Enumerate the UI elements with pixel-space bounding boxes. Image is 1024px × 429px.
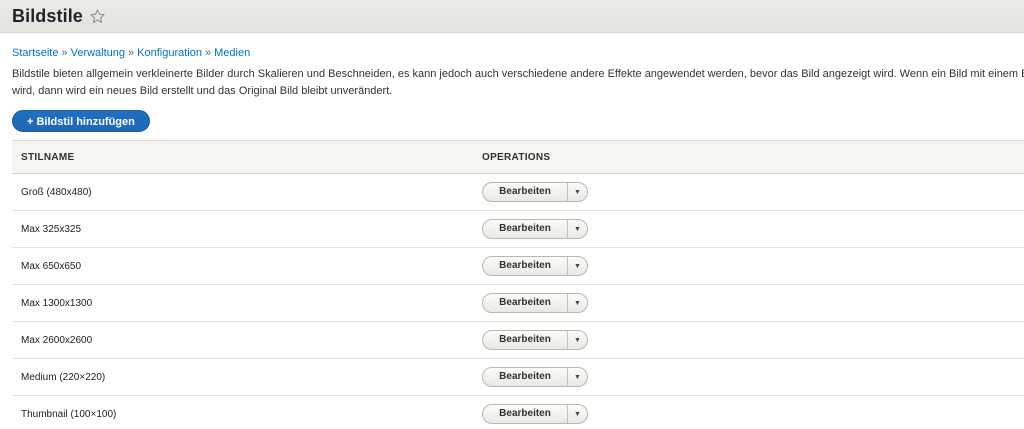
description-line-1: Bildstile bieten allgemein verkleinerte … — [12, 68, 1024, 80]
operations-cell: Bearbeiten ▼ — [482, 211, 1024, 248]
breadcrumb-separator: » — [204, 47, 212, 59]
table-row: Max 650x650 Bearbeiten ▼ — [12, 248, 1024, 285]
style-name: Max 2600x2600 — [21, 334, 93, 346]
dropdown-toggle[interactable]: ▼ — [567, 294, 587, 312]
table-row: Max 1300x1300 Bearbeiten ▼ — [12, 285, 1024, 322]
operations-dropbutton: Bearbeiten ▼ — [482, 219, 588, 239]
dropdown-toggle[interactable]: ▼ — [567, 331, 587, 349]
breadcrumb-link-verwaltung[interactable]: Verwaltung — [71, 47, 125, 59]
edit-button[interactable]: Bearbeiten — [483, 331, 567, 349]
style-name: Max 650x650 — [21, 260, 82, 272]
edit-button[interactable]: Bearbeiten — [483, 368, 567, 386]
breadcrumb-link-medien[interactable]: Medien — [214, 47, 250, 59]
operations-dropbutton: Bearbeiten ▼ — [482, 182, 588, 202]
table-row: Max 2600x2600 Bearbeiten ▼ — [12, 322, 1024, 359]
breadcrumb-link-startseite[interactable]: Startseite — [12, 47, 58, 59]
triangle-down-icon: ▼ — [574, 262, 581, 270]
edit-button[interactable]: Bearbeiten — [483, 294, 567, 312]
operations-cell: Bearbeiten ▼ — [482, 248, 1024, 285]
breadcrumb-link-konfiguration[interactable]: Konfiguration — [137, 47, 202, 59]
breadcrumb: Startseite» Verwaltung» Konfiguration» Medi… — [12, 46, 1024, 60]
operations-cell: Bearbeiten ▼ — [482, 174, 1024, 211]
dropdown-toggle[interactable]: ▼ — [567, 405, 587, 423]
style-name: Medium (220×220) — [21, 371, 106, 383]
operations-dropbutton: Bearbeiten ▼ — [482, 330, 588, 350]
triangle-down-icon: ▼ — [574, 188, 581, 196]
operations-cell: Bearbeiten ▼ — [482, 359, 1024, 396]
style-name: Groß (480x480) — [21, 186, 92, 198]
triangle-down-icon: ▼ — [574, 336, 581, 344]
operations-cell: Bearbeiten ▼ — [482, 322, 1024, 359]
page-header: Bildstile — [0, 0, 1024, 33]
edit-button[interactable]: Bearbeiten — [483, 257, 567, 275]
breadcrumb-separator: » — [128, 47, 135, 59]
operations-dropbutton: Bearbeiten ▼ — [482, 256, 588, 276]
table-row: Groß (480x480) Bearbeiten ▼ — [12, 174, 1024, 211]
triangle-down-icon: ▼ — [574, 225, 581, 233]
star-icon[interactable] — [89, 8, 106, 25]
page-title: Bildstile — [12, 5, 83, 26]
style-name: Max 325x325 — [21, 223, 82, 235]
table-row: Medium (220×220) Bearbeiten ▼ — [12, 359, 1024, 396]
page-description: Bildstile bieten allgemein verkleinerte … — [12, 66, 1024, 100]
operations-dropbutton: Bearbeiten ▼ — [482, 293, 588, 313]
style-name: Thumbnail (100×100) — [21, 408, 117, 420]
description-line-2: wird, dann wird ein neues Bild erstellt … — [12, 85, 393, 97]
column-header-operations: OPERATIONS — [482, 151, 551, 163]
add-image-style-button[interactable]: + Bildstil hinzufügen — [12, 110, 150, 132]
image-styles-table: STILNAME OPERATIONS Groß (480x480) Bearbe… — [12, 140, 1024, 429]
breadcrumb-separator: » — [61, 47, 68, 59]
dropdown-toggle[interactable]: ▼ — [567, 257, 587, 275]
dropdown-toggle[interactable]: ▼ — [567, 368, 587, 386]
dropdown-toggle[interactable]: ▼ — [567, 183, 587, 201]
dropdown-toggle[interactable]: ▼ — [567, 220, 587, 238]
operations-dropbutton: Bearbeiten ▼ — [482, 367, 588, 387]
edit-button[interactable]: Bearbeiten — [483, 405, 567, 423]
operations-dropbutton: Bearbeiten ▼ — [482, 404, 588, 424]
table-header-row: STILNAME OPERATIONS — [12, 140, 1024, 174]
operations-cell: Bearbeiten ▼ — [482, 285, 1024, 322]
triangle-down-icon: ▼ — [574, 373, 581, 381]
edit-button[interactable]: Bearbeiten — [483, 220, 567, 238]
triangle-down-icon: ▼ — [574, 299, 581, 307]
style-name: Max 1300x1300 — [21, 297, 93, 309]
triangle-down-icon: ▼ — [574, 410, 581, 418]
table-row: Thumbnail (100×100) Bearbeiten ▼ — [12, 396, 1024, 429]
edit-button[interactable]: Bearbeiten — [483, 183, 567, 201]
main-content: Startseite» Verwaltung» Konfiguration» Medi… — [0, 46, 1024, 429]
column-header-style-name: STILNAME — [21, 151, 75, 163]
operations-cell: Bearbeiten ▼ — [482, 396, 1024, 429]
table-row: Max 325x325 Bearbeiten ▼ — [12, 211, 1024, 248]
